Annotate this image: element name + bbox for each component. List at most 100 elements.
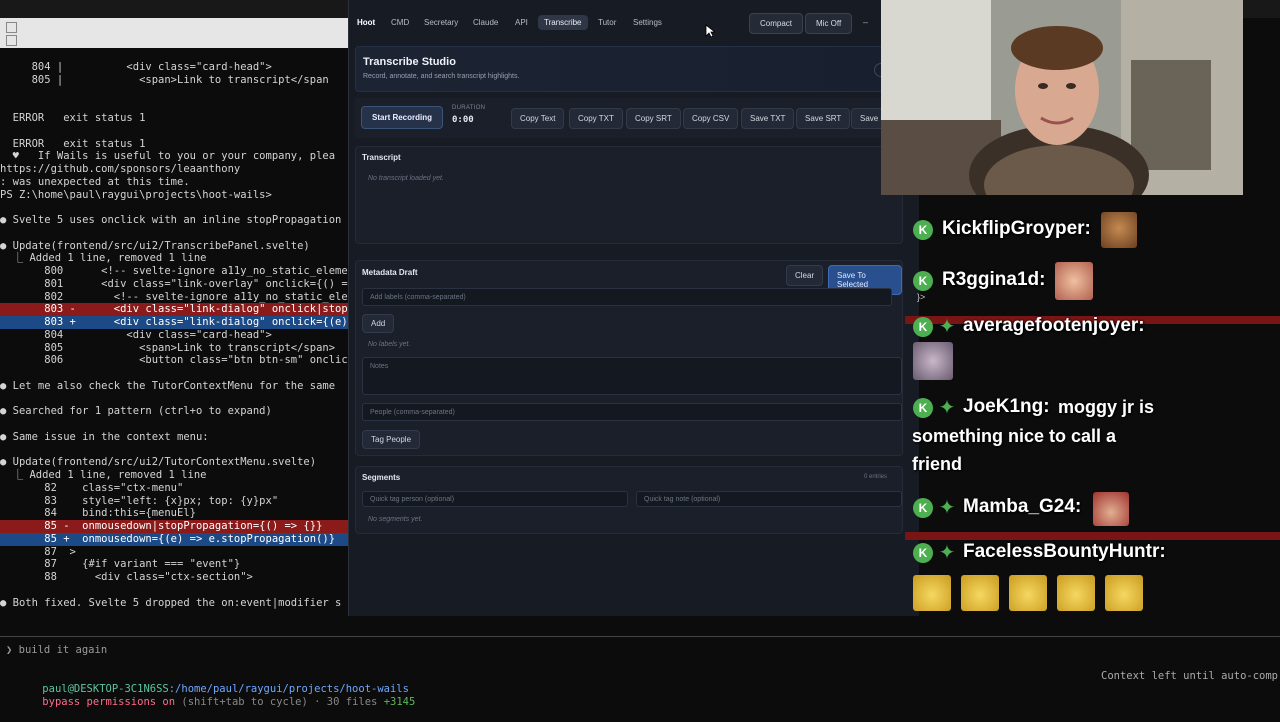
chat-fragment: }> — [917, 292, 926, 302]
terminal-line: ERROR exit status 1 — [0, 112, 146, 124]
emote-icon — [1055, 262, 1093, 300]
emote-icon — [1057, 575, 1095, 611]
mouse-cursor-icon — [705, 24, 715, 38]
terminal-line: 85 - onmousedown|stopPropagation={() => … — [0, 520, 348, 533]
labels-input[interactable]: Add labels (comma-separated) — [362, 288, 892, 306]
window-square-icon — [6, 22, 17, 33]
terminal-line: ⎿ Added 1 line, removed 1 line — [0, 252, 207, 265]
tab-tutor[interactable]: Tutor — [592, 15, 622, 30]
tag-people-button[interactable]: Tag People — [362, 430, 421, 449]
webcam-image — [881, 0, 1243, 195]
mic-toggle-button[interactable]: Mic Off — [805, 13, 853, 34]
chat-message-text: friend — [912, 454, 963, 474]
terminal-line: : was unexpected at this time. — [0, 175, 190, 188]
quick-tag-note-input[interactable]: Quick tag note (optional) — [636, 491, 902, 507]
no-labels-text: No labels yet. — [368, 341, 411, 348]
terminal-line: 803 - <div class="link-dialog" onclick|s… — [0, 303, 348, 317]
diamond-badge-icon: ✦ — [938, 542, 956, 564]
terminal-line: 800 <!-- svelte-ignore a11y_no_static_el… — [0, 265, 348, 277]
terminal-line: 802 <!-- svelte-ignore a11y_no_static_el… — [0, 290, 348, 303]
compact-button[interactable]: Compact — [749, 13, 804, 34]
terminal-line: 805 <span>Link to transcript</span> — [0, 341, 336, 354]
chat-message-text: moggy jr is — [1058, 397, 1155, 417]
diamond-badge-icon: ✦ — [938, 397, 956, 419]
copy-text-button[interactable]: Copy Text — [511, 108, 565, 129]
chat-badge-icon: K — [913, 317, 933, 337]
terminal-line: 87 > — [0, 545, 76, 558]
transcript-empty-text: No transcript loaded yet. — [368, 175, 444, 182]
segments-title: Segments — [362, 473, 401, 482]
tab-transcribe[interactable]: Transcribe — [538, 15, 588, 30]
chat-badge-icon: K — [913, 543, 933, 563]
recording-toolbar: Start Recording DURATION 0:00 Copy Text … — [355, 98, 919, 138]
terminal-line: 84 bind:this={menuEl} — [0, 507, 196, 520]
terminal-line: ● Update(frontend/src/ui2/TranscribePane… — [0, 239, 310, 252]
terminal-line: ● Both fixed. Svelte 5 dropped the on:ev… — [0, 596, 342, 609]
people-input[interactable]: People (comma-separated) — [362, 403, 902, 421]
tab-settings[interactable]: Settings — [627, 15, 668, 30]
metadata-title: Metadata Draft — [362, 268, 418, 277]
duration-value: 0:00 — [452, 115, 474, 125]
notes-textarea[interactable]: Notes — [362, 357, 902, 395]
chat-badge-icon: K — [913, 398, 933, 418]
tab-secretary[interactable]: Secretary — [418, 15, 464, 30]
diamond-badge-icon: ✦ — [938, 316, 956, 338]
minimize-button[interactable]: – — [863, 17, 868, 27]
terminal-line: https://github.com/sponsors/leaanthony — [0, 163, 241, 175]
terminal-line: PS Z:\home\paul\raygui\projects\hoot-wai… — [0, 188, 272, 201]
hoot-app-window[interactable]: Hoot CMD Secretary Claude API Transcribe… — [348, 0, 921, 616]
chat-badge-icon: K — [913, 220, 933, 240]
copy-txt-button[interactable]: Copy TXT — [569, 108, 623, 129]
added-count: +3145 — [383, 696, 416, 708]
terminal-line: 88 <div class="ctx-section"> — [0, 571, 253, 583]
chat-username: JoeK1ng: — [963, 396, 1050, 417]
terminal-line: 805 | <span>Link to transcript</span — [0, 73, 329, 86]
context-status: Context left until auto-comp — [1101, 670, 1279, 682]
terminal-line: 87 {#if variant === "event"} — [0, 558, 241, 571]
save-srt-button[interactable]: Save SRT — [796, 108, 851, 129]
terminal-line: 85 + onmousedown={(e) => e.stopPropagati… — [0, 532, 348, 546]
terminal-line: ● Let me also check the TutorContextMenu… — [0, 379, 336, 392]
tab-claude[interactable]: Claude — [467, 15, 504, 30]
chat-username: R3ggina1d: — [942, 269, 1046, 290]
webcam-overlay — [881, 0, 1243, 195]
terminal-line: 804 <div class="card-head"> — [0, 328, 272, 341]
quick-tag-person-input[interactable]: Quick tag person (optional) — [362, 491, 628, 507]
diamond-badge-icon: ✦ — [938, 497, 956, 519]
app-brand: Hoot — [357, 18, 376, 27]
studio-header: Transcribe Studio Record, annotate, and … — [355, 46, 921, 92]
terminal-line: 83 style="left: {x}px; top: {y}px" — [0, 494, 279, 507]
grid-icon — [6, 35, 17, 46]
terminal-line: 82 class="ctx-menu" — [0, 481, 184, 494]
tab-cmd[interactable]: CMD — [385, 15, 415, 30]
emote-icon — [913, 342, 953, 380]
chat-username: FacelessBountyHuntr: — [963, 541, 1166, 562]
terminal-line: ● Update(frontend/src/ui2/TutorContextMe… — [0, 456, 317, 469]
copy-csv-button[interactable]: Copy CSV — [683, 108, 739, 129]
emote-icon — [913, 575, 951, 611]
terminal-line: ERROR exit status 1 — [0, 137, 146, 150]
bypass-status: bypass permissions on — [42, 696, 176, 708]
studio-subtitle: Record, annotate, and search transcript … — [363, 73, 520, 80]
clear-button[interactable]: Clear — [786, 265, 824, 286]
terminal-line: ♥ If Wails is useful to you or your comp… — [0, 150, 336, 163]
chat-badge-icon: K — [913, 498, 933, 518]
segments-panel: Segments 0 entries Quick tag person (opt… — [355, 466, 903, 534]
emote-icon — [1105, 575, 1143, 611]
metadata-panel: Metadata Draft Clear Save To Selected Ad… — [355, 260, 903, 456]
emote-icon — [1009, 575, 1047, 611]
add-label-button[interactable]: Add — [362, 314, 395, 333]
save-txt-button[interactable]: Save TXT — [741, 108, 795, 129]
terminal-line: ● Svelte 5 uses onclick with an inline s… — [0, 214, 342, 226]
transcript-title: Transcript — [362, 153, 401, 162]
terminal-line: 806 <button class="btn btn-sm" onclic — [0, 354, 348, 367]
terminal-line: 804 | <div class="card-head"> — [0, 61, 272, 73]
start-recording-button[interactable]: Start Recording — [361, 106, 444, 129]
terminal-line: ● Searched for 1 pattern (ctrl+o to expa… — [0, 405, 272, 418]
tab-api[interactable]: API — [509, 15, 534, 30]
bypass-hint: (shift+tab to cycle) · 30 files — [175, 696, 384, 708]
terminal-line: 803 + <div class="link-dialog" onclick={… — [0, 316, 348, 329]
terminal-line: ⎿ Added 1 line, removed 1 line — [0, 469, 207, 481]
prompt-input[interactable]: ❯ build it again — [6, 644, 107, 657]
copy-srt-button[interactable]: Copy SRT — [626, 108, 681, 129]
